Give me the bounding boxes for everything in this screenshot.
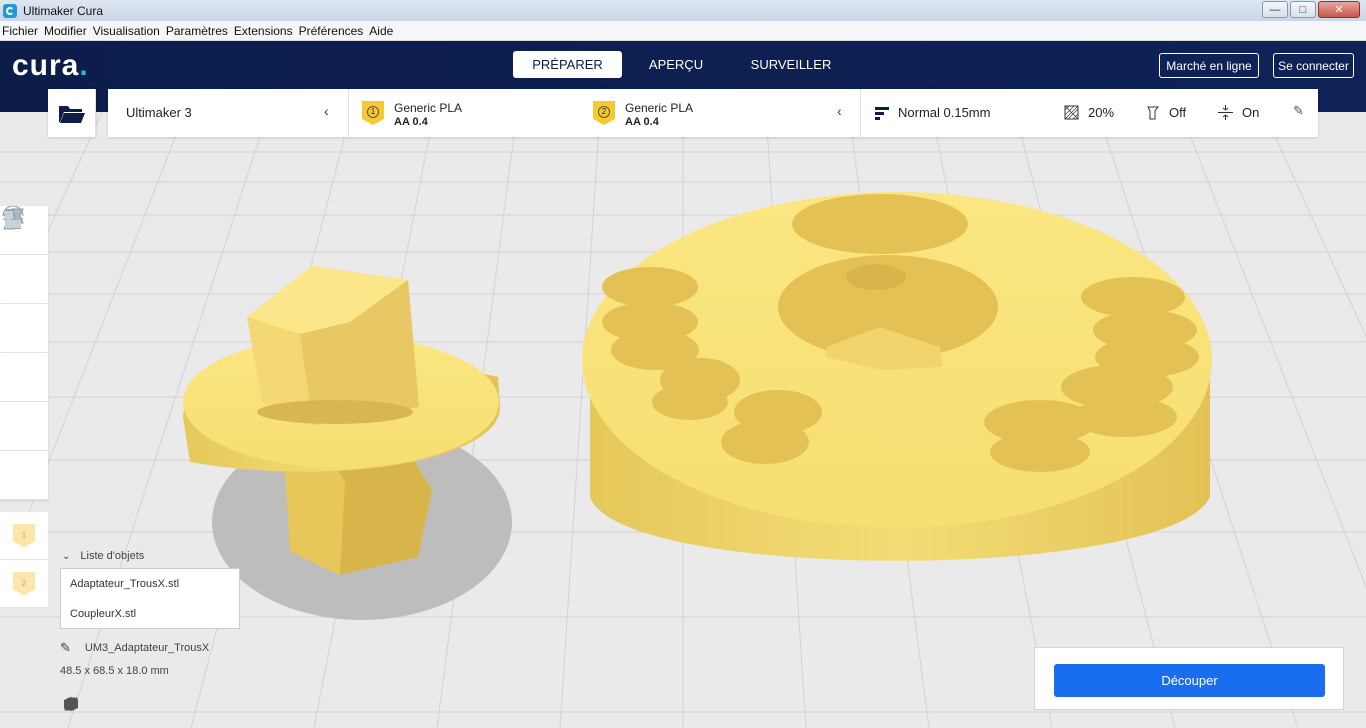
left-view-icon[interactable]: [64, 695, 170, 713]
support-blocker-icon: [5, 211, 21, 228]
window-titlebar: Ultimaker Cura — □ ✕: [0, 0, 1366, 21]
top-view-icon[interactable]: [64, 695, 140, 713]
right-view-icon[interactable]: [64, 695, 200, 713]
3d-viewport[interactable]: 1 2 ⌄ Liste d'objets Adaptateur_TrousX.s…: [0, 112, 1366, 728]
window-title: Ultimaker Cura: [23, 3, 104, 18]
printer-selector[interactable]: Ultimaker 3: [126, 105, 192, 120]
slice-button[interactable]: Découper: [1054, 664, 1325, 697]
object-list-title: Liste d'objets: [80, 550, 145, 562]
marketplace-button[interactable]: Marché en ligne: [1159, 53, 1259, 78]
login-button[interactable]: Se connecter: [1273, 53, 1354, 78]
selected-object-name[interactable]: ✎ UM3_Adaptateur_TrousX: [60, 640, 209, 656]
extruder-2-config[interactable]: 2 Generic PLA AA 0.4: [593, 101, 693, 129]
chevron-down-icon: ⌄: [62, 550, 71, 562]
job-toolbar: Ultimaker 3 ‹ 1 Generic PLA AA 0.4 2 Gene…: [48, 89, 1318, 137]
support-setting[interactable]: Off: [1145, 105, 1186, 120]
menu-extensions[interactable]: Extensions: [234, 24, 293, 38]
tab-apercu[interactable]: APERÇU: [622, 51, 730, 78]
per-model-settings-button[interactable]: [0, 208, 48, 451]
extruder-2-button[interactable]: 2: [0, 560, 48, 608]
menu-parametres[interactable]: Paramètres: [166, 24, 228, 38]
pencil-icon: ✎: [60, 640, 71, 655]
tab-preparer[interactable]: PRÉPARER: [513, 51, 622, 78]
list-item[interactable]: CoupleurX.stl: [61, 599, 239, 629]
folder-icon: [58, 106, 85, 123]
mirror-tool-button[interactable]: [0, 209, 48, 402]
stage-tabs: PRÉPARER APERÇU SURVEILLER: [513, 51, 852, 78]
infill-icon: [1064, 105, 1079, 120]
extruder-1-config[interactable]: 1 Generic PLA AA 0.4: [362, 101, 462, 129]
close-button[interactable]: ✕: [1318, 1, 1360, 18]
menu-aide[interactable]: Aide: [369, 24, 393, 38]
extruder-1-button[interactable]: 1: [0, 512, 48, 560]
chevron-left-icon[interactable]: ‹: [324, 103, 329, 119]
pencil-icon[interactable]: ✎: [1293, 103, 1304, 119]
open-file-button[interactable]: [48, 89, 96, 137]
extruder-selector: 1 2: [0, 512, 48, 608]
view-orientation-buttons: [62, 695, 200, 713]
object-list: Adaptateur_TrousX.stl CoupleurX.stl: [60, 568, 240, 629]
chevron-left-icon[interactable]: ‹: [837, 103, 842, 119]
menu-preferences[interactable]: Préférences: [299, 24, 364, 38]
menu-fichier[interactable]: Fichier: [2, 24, 38, 38]
maximize-button[interactable]: □: [1290, 1, 1316, 18]
cura-logo: cura.: [12, 49, 89, 82]
minimize-button[interactable]: —: [1262, 1, 1288, 18]
support-icon: [1145, 105, 1160, 120]
selected-object-dimensions: 48.5 x 68.5 x 18.0 mm: [60, 665, 169, 677]
support-blocker-button[interactable]: [0, 211, 48, 500]
menubar: Fichier Modifier Visualisation Paramètre…: [0, 21, 1366, 41]
adhesion-icon: [1218, 105, 1233, 120]
print-setup-bar: Ultimaker 3 ‹ 1 Generic PLA AA 0.4 2 Gene…: [108, 89, 1318, 137]
build-plate-scene: [0, 112, 1366, 728]
profile-bars-icon: [875, 106, 889, 120]
rotate-tool-button[interactable]: [0, 206, 48, 353]
scale-tool-button[interactable]: [0, 209, 48, 304]
front-view-icon[interactable]: [64, 695, 110, 713]
window-controls: — □ ✕: [1262, 1, 1360, 18]
list-item[interactable]: Adaptateur_TrousX.stl: [61, 569, 239, 599]
tab-surveiller[interactable]: SURVEILLER: [730, 51, 852, 78]
infill-setting[interactable]: 20%: [1064, 105, 1114, 120]
menu-visualisation[interactable]: Visualisation: [93, 24, 160, 38]
cura-app-icon: [3, 3, 17, 18]
profile-selector[interactable]: Normal 0.15mm: [875, 105, 990, 120]
extruder-badge-icon: 1: [362, 101, 384, 125]
menu-modifier[interactable]: Modifier: [44, 24, 87, 38]
slice-panel: Découper: [1034, 647, 1344, 710]
object-list-toggle[interactable]: ⌄ Liste d'objets: [62, 550, 144, 562]
transform-tools: [0, 206, 48, 500]
adhesion-setting[interactable]: On: [1218, 105, 1259, 120]
extruder-badge-icon: 2: [593, 101, 615, 125]
